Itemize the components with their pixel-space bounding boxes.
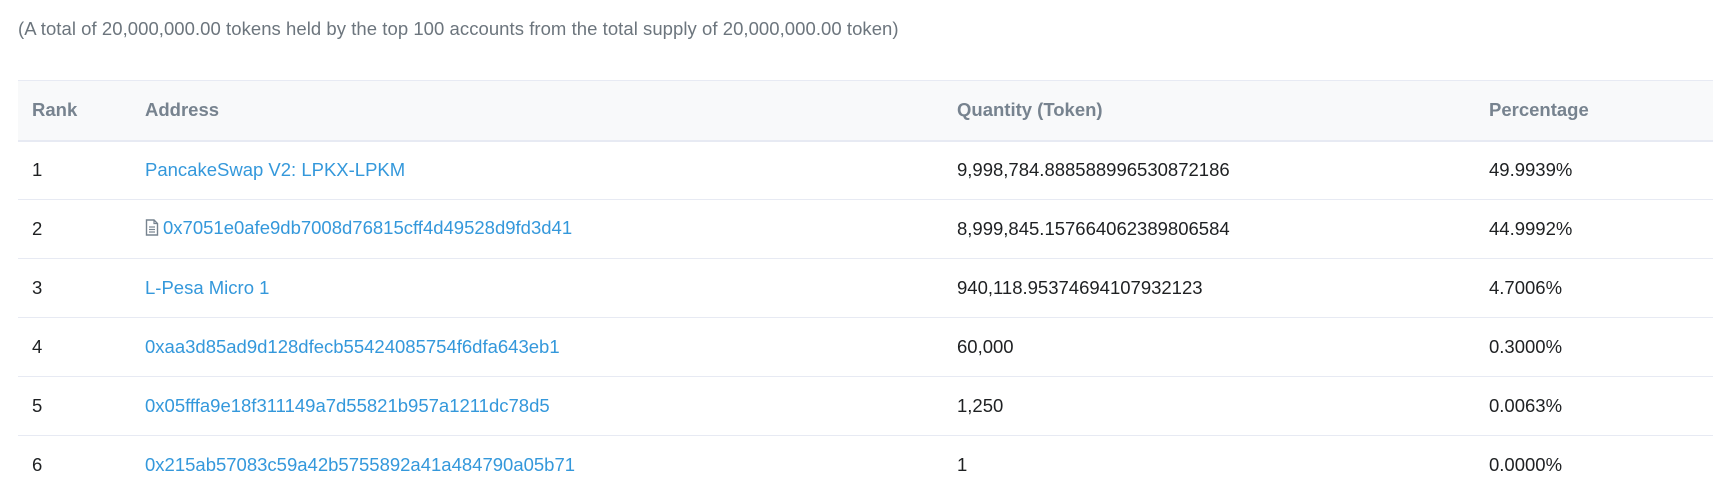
address-link[interactable]: PancakeSwap V2: LPKX-LPKM bbox=[145, 159, 405, 180]
token-holders-page: (A total of 20,000,000.00 tokens held by… bbox=[0, 0, 1722, 500]
address-link[interactable]: 0xaa3d85ad9d128dfecb55424085754f6dfa643e… bbox=[145, 336, 560, 357]
holders-table-header: Rank Address Quantity (Token) Percentage bbox=[18, 80, 1713, 142]
table-row: 5 0x05fffa9e18f311149a7d55821b957a1211dc… bbox=[18, 376, 1713, 436]
rank-cell: 3 bbox=[18, 258, 131, 318]
quantity-cell: 1 bbox=[957, 454, 968, 476]
percentage-cell: 44.9992% bbox=[1475, 199, 1713, 259]
rank-cell: 4 bbox=[18, 317, 131, 377]
header-percentage: Percentage bbox=[1475, 80, 1713, 142]
header-row: Rank Address Quantity (Token) Percentage bbox=[18, 80, 1713, 142]
address-cell: 0x7051e0afe9db7008d76815cff4d49528d9fd3d… bbox=[131, 199, 943, 259]
percentage-cell: 49.9939% bbox=[1475, 140, 1713, 200]
rank-cell: 1 bbox=[18, 140, 131, 200]
address-cell: L-Pesa Micro 1 bbox=[131, 258, 943, 318]
table-row: 4 0xaa3d85ad9d128dfecb55424085754f6dfa64… bbox=[18, 317, 1713, 377]
percentage-cell: 0.0063% bbox=[1475, 376, 1713, 436]
percentage-cell: 0.0000% bbox=[1489, 454, 1563, 476]
header-quantity: Quantity (Token) bbox=[943, 80, 1475, 142]
address-cell: PancakeSwap V2: LPKX-LPKM bbox=[131, 140, 943, 200]
address-link[interactable]: 0x7051e0afe9db7008d76815cff4d49528d9fd3d… bbox=[163, 217, 572, 238]
quantity-cell: 60,000 bbox=[943, 317, 1475, 377]
header-address: Address bbox=[131, 80, 943, 142]
address-cell: 0x05fffa9e18f311149a7d55821b957a1211dc78… bbox=[131, 376, 943, 436]
quantity-cell: 940,118.95374694107932123 bbox=[943, 258, 1475, 318]
rank-cell: 5 bbox=[18, 376, 131, 436]
address-cell: 0xaa3d85ad9d128dfecb55424085754f6dfa643e… bbox=[131, 317, 943, 377]
percentage-cell: 0.3000% bbox=[1475, 317, 1713, 377]
table-row: 6 0x215ab57083c59a42b5755892a41a484790a0… bbox=[18, 436, 1713, 495]
address-link[interactable]: 0x05fffa9e18f311149a7d55821b957a1211dc78… bbox=[145, 395, 550, 416]
table-row: 3 L-Pesa Micro 1 940,118.953746941079321… bbox=[18, 258, 1713, 318]
address-link[interactable]: 0x215ab57083c59a42b5755892a41a484790a05b… bbox=[145, 454, 575, 475]
contract-file-icon bbox=[145, 219, 159, 241]
header-rank: Rank bbox=[18, 80, 131, 142]
holders-table-body: 1 PancakeSwap V2: LPKX-LPKM 9,998,784.88… bbox=[18, 140, 1713, 495]
holders-summary: (A total of 20,000,000.00 tokens held by… bbox=[18, 18, 899, 39]
address-cell: 0x215ab57083c59a42b5755892a41a484790a05b… bbox=[131, 436, 943, 495]
rank-cell: 6 bbox=[32, 454, 43, 476]
table-row: 1 PancakeSwap V2: LPKX-LPKM 9,998,784.88… bbox=[18, 140, 1713, 200]
rank-cell: 2 bbox=[18, 199, 131, 259]
table-row: 2 0x7051e0afe9db7008d76815cff4d49528d9fd… bbox=[18, 199, 1713, 259]
quantity-cell: 8,999,845.157664062389806584 bbox=[943, 199, 1475, 259]
percentage-cell: 4.7006% bbox=[1475, 258, 1713, 318]
holders-table: Rank Address Quantity (Token) Percentage… bbox=[18, 80, 1713, 495]
quantity-cell: 1,250 bbox=[943, 376, 1475, 436]
address-link[interactable]: L-Pesa Micro 1 bbox=[145, 277, 269, 298]
quantity-cell: 9,998,784.888588996530872186 bbox=[943, 140, 1475, 200]
